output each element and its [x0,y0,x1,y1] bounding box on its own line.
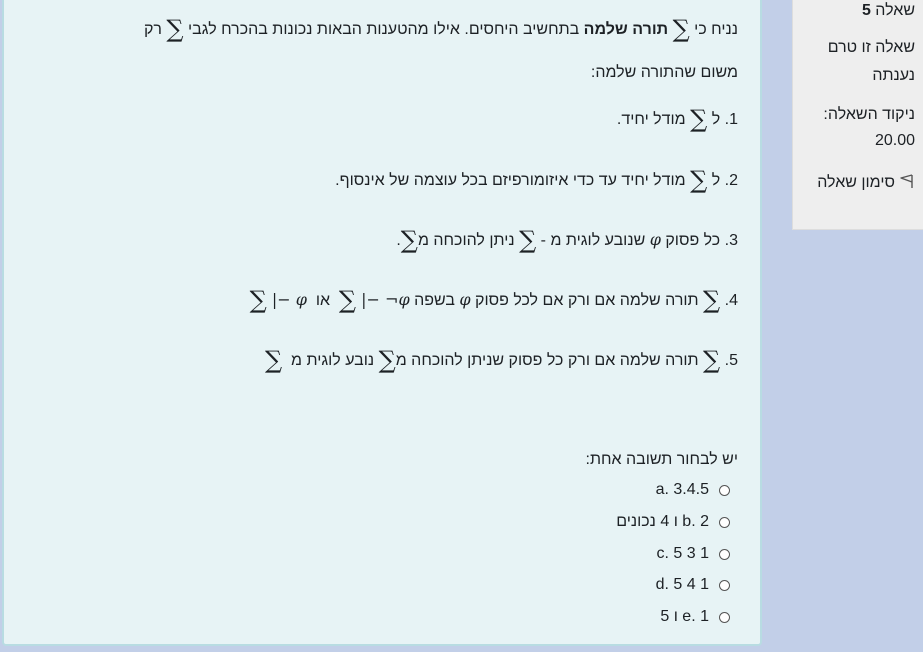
answer-letter: d. [655,576,669,593]
answer-option-a[interactable]: a. 3.4.5 [656,481,730,499]
phi-symbol: φ [459,290,471,309]
statement-3: 3. כל פסוק φ שנובע לוגית מ - ∑ ניתן להוכ… [396,228,738,252]
statement-5: 5. ∑ תורה שלמה אם ורק כל פסוק שניתן להוכ… [265,348,738,372]
answer-letter: b. [682,513,696,530]
sigma-symbol: ∑ [264,346,283,374]
statement-4-or: או [315,292,331,309]
turnstile-symbol: |− [271,290,291,309]
answer-option-label[interactable]: a. 3.4.5 [656,481,709,499]
formula-phi: ∑ |− φ [250,288,307,312]
question-word: שאלה [875,2,915,19]
answer-text: 3.4.5 [673,481,709,498]
phi-symbol: φ [295,290,307,309]
answer-option-label[interactable]: b. 2 ו 4 נכונים [616,513,709,531]
question-intro: נניח כי ∑ תורה שלמה בתחשיב היחסים. אילו … [144,17,738,41]
flag-icon [900,174,913,188]
neg-phi-symbol: ¬φ [385,290,410,309]
sigma-symbol: ∑ [378,346,396,374]
question-content: נניח כי ∑ תורה שלמה בתחשיב היחסים. אילו … [2,0,762,646]
question-number-value: 5 [861,2,871,19]
sigma-symbol: ∑ [249,286,267,314]
statement-4-number: 4. [724,292,738,309]
answer-text: 2 ו 4 נכונים [616,513,709,530]
phi-symbol: φ [649,230,661,249]
statement-2-text: מודל יחיד עד כדי איזומורפיזם בכל עוצמה ש… [335,172,686,189]
statement-3-text-a: 3. כל פסוק [665,232,738,249]
radio-button[interactable] [719,548,730,560]
sigma-symbol: ∑ [400,226,418,254]
answer-option-label[interactable]: c. 5 3 1 [657,545,710,563]
sigma-symbol: ∑ [672,15,690,43]
sigma-symbol: ∑ [338,286,357,314]
answer-option-label[interactable]: d. 5 4 1 [656,576,709,594]
answer-letter: c. [656,545,669,562]
statement-3-text-b: שנובע לוגית מ - [540,232,646,249]
statement-4: 4. ∑ תורה שלמה אם ורק אם לכל פסוק φ בשפה… [250,288,738,312]
answer-text: 5 4 1 [673,576,709,593]
statement-4-text-a: תורה שלמה אם ורק אם לכל פסוק [475,292,699,309]
formula-neg-phi: ∑ |− ¬φ [339,288,410,312]
sigma-symbol: ∑ [703,286,721,314]
answer-option-label[interactable]: e. 1 ו 5 [660,608,709,626]
statement-5-text-a: תורה שלמה אם ורק כל פסוק שניתן להוכחה מ [395,352,699,369]
statement-2: 2. ל ∑ מודל יחיד עד כדי איזומורפיזם בכל … [335,168,738,192]
grade-value: 20.00 [874,132,915,149]
radio-button[interactable] [719,484,730,496]
question-info-panel: שאלה 5 שאלה זו טרם נענתה ניקוד השאלה: 20… [792,0,923,230]
radio-button[interactable] [719,579,730,591]
answer-option-c[interactable]: c. 5 3 1 [657,545,730,563]
statement-5-number: 5. [724,352,738,369]
statement-3-text-c: ניתן להוכחה מ [417,232,515,249]
flag-question-button[interactable]: סימון שאלה [799,170,915,196]
intro-text-1: נניח כי [694,21,738,38]
statement-1: 1. ל ∑ מודל יחיד. [617,107,738,131]
statement-1-prefix: 1. ל [711,111,738,128]
question-number: שאלה 5 [799,0,915,22]
statement-5-text-b: נובע לוגית מ [291,352,375,369]
intro-bold-text: תורה שלמה [583,21,669,38]
statement-1-text: מודל יחיד. [616,111,686,128]
answer-text: 5 3 1 [673,545,709,562]
radio-button[interactable] [719,611,730,623]
sigma-symbol: ∑ [690,166,708,194]
turnstile-symbol: |− [361,290,380,309]
flag-label: סימון שאלה [817,174,895,191]
sigma-symbol: ∑ [519,226,537,254]
statement-2-prefix: 2. ל [711,172,738,189]
answer-option-e[interactable]: e. 1 ו 5 [660,608,730,626]
radio-button[interactable] [719,516,730,528]
intro-text-3: רק [143,21,162,38]
answer-letter: a. [655,481,669,498]
question-state: שאלה זו טרם נענתה [827,39,915,84]
answer-option-b[interactable]: b. 2 ו 4 נכונים [616,513,730,531]
intro-text-2: בתחשיב היחסים. אילו מהטענות הבאות נכונות… [188,21,580,38]
statement-4-text-b: בשפה [414,292,455,309]
sigma-symbol: ∑ [166,15,184,43]
sigma-symbol: ∑ [703,346,721,374]
answer-option-d[interactable]: d. 5 4 1 [656,576,730,594]
answer-prompt: יש לבחור תשובה אחת: [585,451,739,468]
answer-letter: e. [682,608,696,625]
sigma-symbol: ∑ [690,105,708,133]
grade-label: ניקוד השאלה: [823,106,915,123]
question-intro-line2: משום שהתורה שלמה: [590,64,738,81]
